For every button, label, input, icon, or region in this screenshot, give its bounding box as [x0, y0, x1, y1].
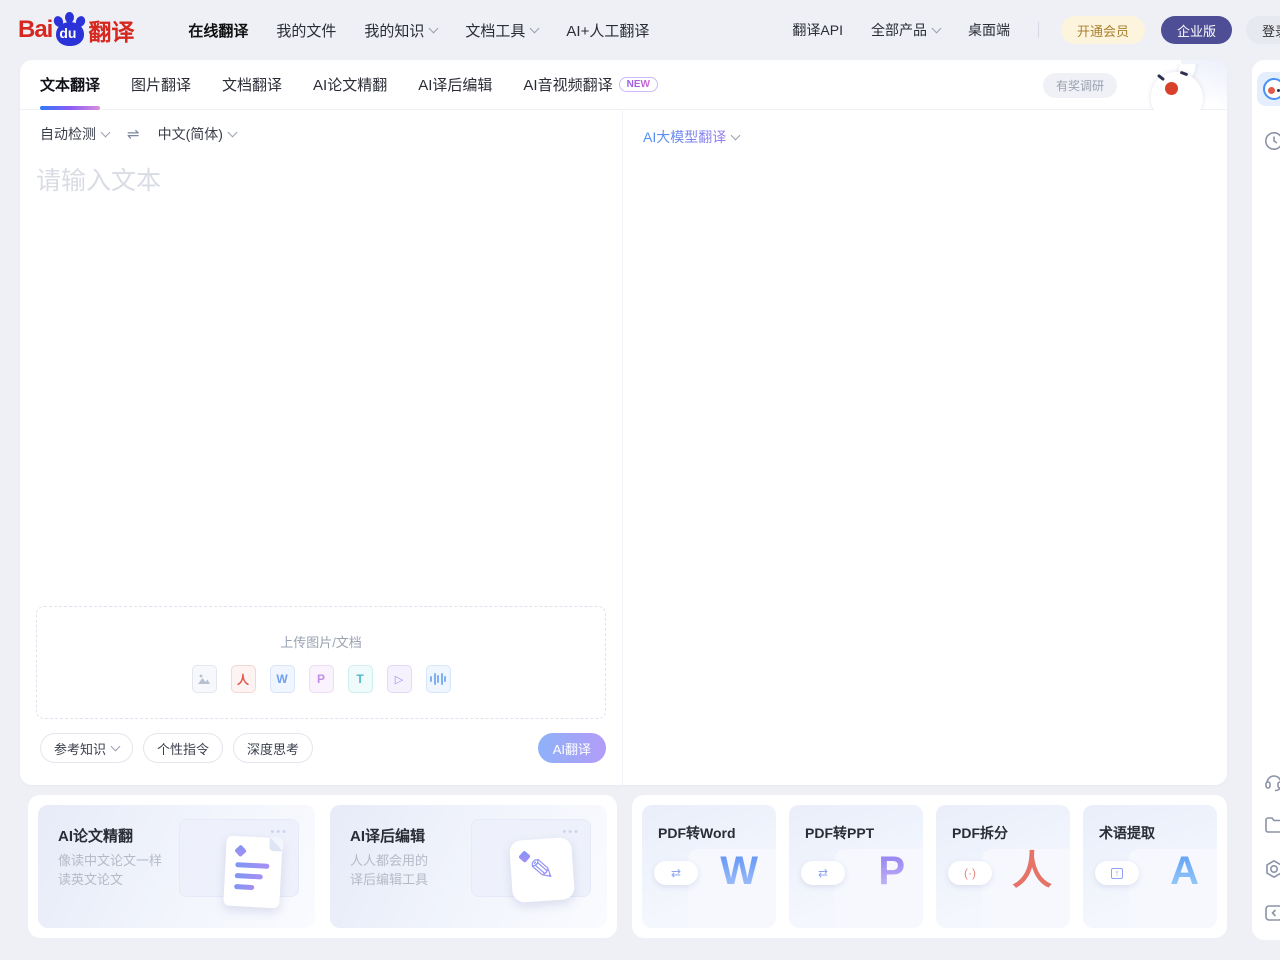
language-selector-row: 自动检测 ⇌ 中文(简体) — [20, 111, 622, 157]
active-tab-underline — [40, 106, 100, 110]
video-file-icon[interactable]: ▷ — [387, 665, 412, 693]
chevron-down-icon — [101, 128, 111, 138]
chevron-down-icon — [429, 24, 439, 34]
card-description: 像读中文论文一样读英文论文 — [58, 851, 162, 889]
source-text-input[interactable] — [36, 161, 606, 606]
target-language-select[interactable]: 中文(简体) — [158, 124, 236, 144]
card-title: PDF转PPT — [805, 823, 874, 843]
tab-text-translate[interactable]: 文本翻译 — [40, 60, 100, 110]
ppt-letter-icon: P — [878, 849, 905, 893]
history-clock-icon[interactable] — [1257, 124, 1280, 158]
new-badge: NEW — [619, 77, 658, 92]
baidu-translate-logo[interactable]: Bai du 翻译 — [18, 12, 134, 48]
tab-ai-paper-translate[interactable]: AI论文精翻 — [313, 60, 387, 110]
tab-ai-post-edit[interactable]: AI译后编辑 — [418, 60, 492, 110]
chevron-down-icon — [932, 24, 942, 34]
top-navigation-bar: Bai du 翻译 在线翻译 我的文件 我的知识 文档工具 AI+人工翻译 翻译… — [0, 0, 1280, 60]
upload-dropzone[interactable]: 上传图片/文档 人 W P T ▷ — [36, 606, 606, 719]
card-term-extract[interactable]: 术语提取 A ↑ — [1083, 805, 1217, 928]
card-title: AI论文精翻 — [58, 825, 133, 846]
pdf-tools-group: PDF转Word W ⇄ PDF转PPT P ⇄ PDF拆分 人 (·) 术语提… — [632, 795, 1227, 938]
chevron-down-icon — [731, 131, 741, 141]
enterprise-edition-button[interactable]: 企业版 — [1161, 16, 1232, 44]
deep-think-button[interactable]: 深度思考 — [233, 733, 313, 763]
source-language-select[interactable]: 自动检测 — [40, 124, 109, 144]
term-letter-icon: A — [1170, 849, 1199, 893]
document-sparkle-icon — [223, 836, 283, 909]
nav-item-my-knowledge[interactable]: 我的知识 — [364, 20, 437, 41]
convert-arrows-icon: ⇄ — [654, 861, 698, 885]
chevron-down-icon — [227, 128, 237, 138]
card-ai-paper-translate[interactable]: ••• AI论文精翻 像读中文论文一样读英文论文 — [38, 805, 315, 928]
mountain-photo-glyph — [197, 673, 211, 685]
card-title: PDF拆分 — [952, 823, 1008, 843]
logo-text-fanyi: 翻译 — [88, 13, 134, 47]
tab-document-translate[interactable]: 文档翻译 — [222, 60, 282, 110]
vertical-divider — [1038, 22, 1039, 38]
reference-knowledge-button[interactable]: 参考知识 — [40, 733, 133, 763]
card-title: PDF转Word — [658, 823, 736, 843]
tab-ai-audio-video-translate[interactable]: AI音视频翻译NEW — [523, 60, 658, 110]
chevron-down-icon — [111, 742, 121, 752]
audio-file-icon[interactable] — [426, 665, 451, 693]
card-description: 人人都会用的译后编辑工具 — [350, 851, 428, 889]
translator-tool-row: 参考知识 个性指令 深度思考 AI翻译 — [40, 733, 606, 763]
card-pdf-to-ppt[interactable]: PDF转PPT P ⇄ — [789, 805, 923, 928]
swap-languages-icon[interactable]: ⇌ — [127, 125, 140, 143]
split-icon: (·) — [948, 861, 992, 885]
nav-item-desktop-app[interactable]: 桌面端 — [968, 20, 1010, 40]
customer-service-icon[interactable] — [1257, 765, 1280, 799]
source-panel: 自动检测 ⇌ 中文(简体) 上传图片/文档 人 W P T — [20, 111, 623, 785]
primary-nav: 在线翻译 我的文件 我的知识 文档工具 AI+人工翻译 — [188, 20, 649, 41]
topbar-right-group: 翻译API 全部产品 桌面端 开通会员 企业版 登录 — [792, 0, 1280, 60]
ai-model-select[interactable]: AI大模型翻译 — [643, 127, 1207, 147]
baidu-translate-page: Bai du 翻译 在线翻译 我的文件 我的知识 文档工具 AI+人工翻译 翻译… — [0, 0, 1280, 960]
convert-arrows-icon: ⇄ — [801, 861, 845, 885]
pdf-logo-icon: 人 — [1012, 849, 1052, 893]
baidu-paw-icon: du — [53, 12, 87, 48]
word-file-icon[interactable]: W — [270, 665, 295, 693]
open-vip-button[interactable]: 开通会员 — [1061, 16, 1145, 44]
image-file-icon[interactable] — [192, 665, 217, 693]
extract-icon: ↑ — [1095, 861, 1139, 885]
nav-item-my-files[interactable]: 我的文件 — [276, 20, 336, 41]
logo-text-bai: Bai — [18, 16, 52, 44]
txt-file-icon[interactable]: T — [348, 665, 373, 693]
chevron-down-icon — [530, 24, 540, 34]
right-utility-rail — [1252, 60, 1280, 940]
logo-text-du: du — [59, 25, 76, 41]
nav-item-doc-tools[interactable]: 文档工具 — [465, 20, 538, 41]
pdf-file-icon[interactable]: 人 — [231, 665, 256, 693]
card-title: 术语提取 — [1099, 823, 1155, 843]
card-pdf-split[interactable]: PDF拆分 人 (·) — [936, 805, 1070, 928]
upload-file-types: 人 W P T ▷ — [192, 665, 451, 693]
card-title: AI译后编辑 — [350, 825, 425, 846]
nav-item-all-products[interactable]: 全部产品 — [871, 20, 940, 40]
collapse-panel-icon[interactable] — [1257, 896, 1280, 930]
mascot-rabbit-graphic[interactable] — [1145, 64, 1209, 110]
custom-instruction-button[interactable]: 个性指令 — [143, 733, 223, 763]
output-model-title: AI大模型翻译 — [643, 127, 726, 147]
folder-icon[interactable] — [1257, 808, 1280, 842]
word-letter-icon: W — [720, 849, 758, 893]
translator-panels: 自动检测 ⇌ 中文(简体) 上传图片/文档 人 W P T — [20, 111, 1227, 785]
pencil-sparkle-icon: ✎ — [509, 837, 575, 903]
upload-label: 上传图片/文档 — [280, 632, 362, 651]
ppt-file-icon[interactable]: P — [309, 665, 334, 693]
nav-item-ai-human-translate[interactable]: AI+人工翻译 — [566, 20, 649, 41]
settings-icon[interactable] — [1257, 852, 1280, 886]
translator-card: 文本翻译 图片翻译 文档翻译 AI论文精翻 AI译后编辑 AI音视频翻译NEW … — [20, 60, 1227, 785]
login-button[interactable]: 登录 — [1246, 16, 1280, 44]
survey-reward-button[interactable]: 有奖调研 — [1043, 73, 1117, 98]
feature-cards-group: ••• AI论文精翻 像读中文论文一样读英文论文 ••• AI译后编辑 人人都会… — [28, 795, 617, 938]
card-ai-post-edit[interactable]: ••• AI译后编辑 人人都会用的译后编辑工具 ✎ — [330, 805, 607, 928]
card-pdf-to-word[interactable]: PDF转Word W ⇄ — [642, 805, 776, 928]
output-panel: AI大模型翻译 — [623, 111, 1227, 785]
ai-translate-button[interactable]: AI翻译 — [538, 733, 606, 763]
translate-mode-tabs: 文本翻译 图片翻译 文档翻译 AI论文精翻 AI译后编辑 AI音视频翻译NEW … — [20, 60, 1227, 110]
ai-assistant-icon[interactable] — [1257, 72, 1280, 106]
nav-item-translate-api[interactable]: 翻译API — [792, 20, 843, 40]
nav-item-online-translate[interactable]: 在线翻译 — [188, 20, 248, 41]
tab-image-translate[interactable]: 图片翻译 — [131, 60, 191, 110]
